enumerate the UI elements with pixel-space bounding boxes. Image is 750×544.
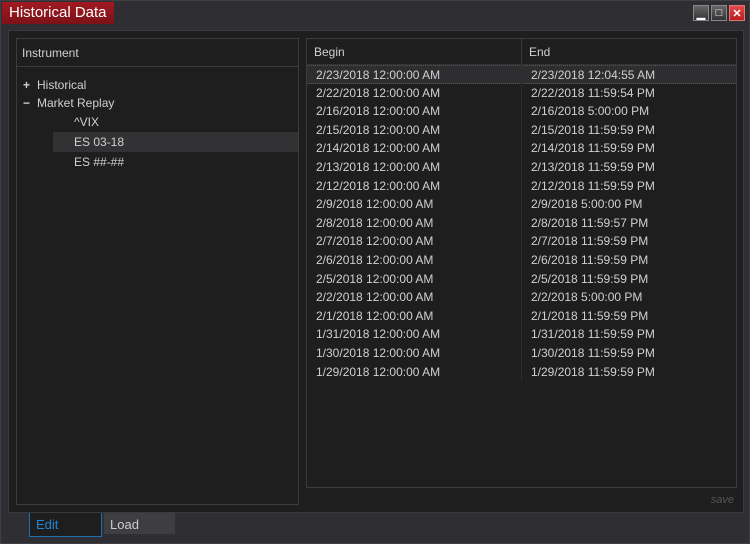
end-cell: 2/14/2018 11:59:59 PM: [531, 141, 655, 156]
tab-edit[interactable]: Edit: [29, 513, 102, 537]
table-row[interactable]: 1/29/2018 12:00:00 AM 1/29/2018 11:59:59 …: [307, 363, 736, 382]
maximize-icon: □: [715, 7, 723, 19]
table-row[interactable]: 2/23/2018 12:00:00 AM 2/23/2018 12:04:55 …: [307, 65, 736, 84]
end-cell: 2/23/2018 12:04:55 AM: [531, 68, 656, 82]
tree-node[interactable]: + Historical: [17, 76, 298, 94]
expand-icon[interactable]: +: [23, 76, 37, 94]
end-cell: 2/12/2018 11:59:59 PM: [531, 178, 655, 193]
begin-cell: 2/7/2018 12:00:00 AM: [316, 234, 434, 249]
end-cell: 2/9/2018 5:00:00 PM: [531, 197, 643, 212]
table-row[interactable]: 2/13/2018 12:00:00 AM 2/13/2018 11:59:59 …: [307, 158, 736, 177]
begin-cell: 2/15/2018 12:00:00 AM: [316, 122, 441, 137]
table-row[interactable]: 2/9/2018 12:00:00 AM 2/9/2018 5:00:00 PM: [307, 195, 736, 214]
save-link[interactable]: save: [711, 494, 734, 506]
begin-cell: 2/9/2018 12:00:00 AM: [316, 197, 434, 212]
begin-cell: 2/2/2018 12:00:00 AM: [316, 290, 434, 305]
table-row[interactable]: 2/6/2018 12:00:00 AM 2/6/2018 11:59:59 PM: [307, 251, 736, 270]
minimize-icon: ▁: [696, 7, 706, 20]
begin-cell: 1/30/2018 12:00:00 AM: [316, 345, 441, 360]
end-cell: 2/6/2018 11:59:59 PM: [531, 252, 649, 267]
end-cell: 2/5/2018 11:59:59 PM: [531, 271, 649, 286]
close-icon: ✕: [732, 7, 742, 20]
begin-cell: 1/31/2018 12:00:00 AM: [316, 327, 441, 342]
table-row[interactable]: 2/15/2018 12:00:00 AM 2/15/2018 11:59:59 …: [307, 121, 736, 140]
historical-data-window: Historical Data ▁ □ ✕ Instrument + Histor…: [0, 0, 750, 544]
column-header-end[interactable]: End: [522, 39, 550, 64]
table-row[interactable]: 2/22/2018 12:00:00 AM 2/22/2018 11:59:54 …: [307, 84, 736, 103]
end-cell: 2/13/2018 11:59:59 PM: [531, 159, 655, 174]
table-row[interactable]: 2/7/2018 12:00:00 AM 2/7/2018 11:59:59 PM: [307, 232, 736, 251]
begin-cell: 2/22/2018 12:00:00 AM: [316, 85, 441, 100]
minimize-button[interactable]: ▁: [693, 5, 709, 21]
table-row[interactable]: 2/5/2018 12:00:00 AM 2/5/2018 11:59:59 PM: [307, 270, 736, 289]
end-cell: 2/1/2018 11:59:59 PM: [531, 308, 649, 323]
table-row[interactable]: 2/12/2018 12:00:00 AM 2/12/2018 11:59:59 …: [307, 177, 736, 196]
table-row[interactable]: 2/16/2018 12:00:00 AM 2/16/2018 5:00:00 P…: [307, 102, 736, 121]
instrument-header: Instrument: [17, 39, 298, 67]
begin-cell: 2/12/2018 12:00:00 AM: [316, 178, 441, 193]
close-button[interactable]: ✕: [729, 5, 745, 21]
end-cell: 2/2/2018 5:00:00 PM: [531, 290, 643, 305]
end-cell: 2/22/2018 11:59:54 PM: [531, 85, 655, 100]
data-table: Begin End 2/23/2018 12:00:00 AM 2/23/2018…: [306, 38, 737, 488]
column-header-begin[interactable]: Begin: [307, 39, 522, 64]
tab-load[interactable]: Load: [104, 513, 175, 534]
table-row[interactable]: 2/1/2018 12:00:00 AM 2/1/2018 11:59:59 PM: [307, 307, 736, 326]
tree-node-label: Historical: [37, 78, 87, 92]
instrument-tree-panel: Instrument + Historical − Market Replay ^VIX…: [16, 38, 299, 505]
tree-node-label: Market Replay: [37, 96, 115, 110]
table-row[interactable]: 1/31/2018 12:00:00 AM 1/31/2018 11:59:59 …: [307, 325, 736, 344]
end-cell: 1/31/2018 11:59:59 PM: [531, 327, 655, 342]
tree-leaf[interactable]: ES 03-18: [53, 132, 298, 152]
end-cell: 2/16/2018 5:00:00 PM: [531, 104, 650, 119]
begin-cell: 2/13/2018 12:00:00 AM: [316, 159, 441, 174]
table-row[interactable]: 2/8/2018 12:00:00 AM 2/8/2018 11:59:57 PM: [307, 214, 736, 233]
end-cell: 1/29/2018 11:59:59 PM: [531, 364, 655, 379]
end-cell: 2/15/2018 11:59:59 PM: [531, 122, 655, 137]
end-cell: 1/30/2018 11:59:59 PM: [531, 345, 655, 360]
begin-cell: 2/14/2018 12:00:00 AM: [316, 141, 441, 156]
begin-cell: 2/23/2018 12:00:00 AM: [316, 68, 441, 82]
begin-cell: 2/6/2018 12:00:00 AM: [316, 252, 434, 267]
begin-cell: 2/1/2018 12:00:00 AM: [316, 308, 434, 323]
begin-cell: 1/29/2018 12:00:00 AM: [316, 364, 441, 379]
tree-leaf[interactable]: ES ##-##: [53, 152, 298, 172]
begin-cell: 2/8/2018 12:00:00 AM: [316, 215, 434, 230]
table-row[interactable]: 1/30/2018 12:00:00 AM 1/30/2018 11:59:59 …: [307, 344, 736, 363]
end-cell: 2/8/2018 11:59:57 PM: [531, 215, 649, 230]
tree-leaf[interactable]: ^VIX: [53, 112, 298, 132]
window-title: Historical Data: [2, 2, 114, 24]
table-row[interactable]: 2/14/2018 12:00:00 AM 2/14/2018 11:59:59 …: [307, 139, 736, 158]
table-row[interactable]: 2/2/2018 12:00:00 AM 2/2/2018 5:00:00 PM: [307, 288, 736, 307]
tree-node[interactable]: − Market Replay: [17, 94, 298, 112]
end-cell: 2/7/2018 11:59:59 PM: [531, 234, 649, 249]
begin-cell: 2/16/2018 12:00:00 AM: [316, 104, 441, 119]
collapse-icon[interactable]: −: [23, 94, 37, 112]
begin-cell: 2/5/2018 12:00:00 AM: [316, 271, 434, 286]
maximize-button[interactable]: □: [711, 5, 727, 21]
